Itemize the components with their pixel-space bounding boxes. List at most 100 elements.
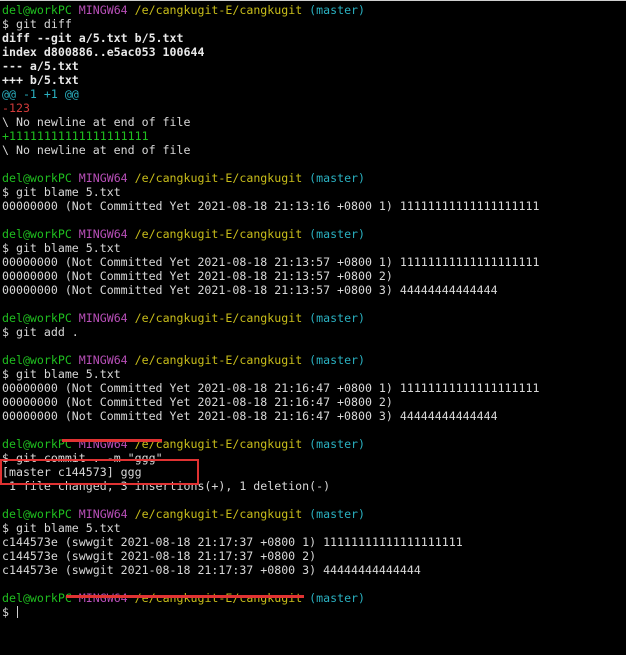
output-text: 00000000 (Not Committed Yet 2021-08-18 2… (2, 255, 540, 269)
command-line: $ git blame 5.txt (2, 185, 626, 199)
prompt-symbol: $ (2, 521, 9, 535)
prompt-line: del@workPC MINGW64 /e/cangkugit-E/cangku… (2, 353, 626, 367)
output-text: 00000000 (Not Committed Yet 2021-08-18 2… (2, 381, 540, 395)
output-text: @@ -1 +1 @@ (2, 87, 79, 101)
prompt-path: /e/cangkugit-E/cangkugit (134, 507, 303, 521)
output-text: 00000000 (Not Committed Yet 2021-08-18 2… (2, 199, 540, 213)
prompt-symbol: $ (2, 605, 9, 619)
prompt-path: /e/cangkugit-E/cangkugit (134, 591, 303, 605)
output-line: c144573e (swwgit 2021-08-18 21:17:37 +08… (2, 563, 626, 577)
prompt-symbol: $ (2, 17, 9, 31)
prompt-user-host: del@workPC (2, 311, 72, 325)
output-line: 00000000 (Not Committed Yet 2021-08-18 2… (2, 255, 626, 269)
output-text: c144573e (swwgit 2021-08-18 21:17:37 +08… (2, 549, 317, 563)
command-text: git blame 5.txt (15, 185, 121, 199)
output-text: 00000000 (Not Committed Yet 2021-08-18 2… (2, 269, 393, 283)
prompt-line: del@workPC MINGW64 /e/cangkugit-E/cangku… (2, 3, 626, 17)
output-text: \ No newline at end of file (2, 115, 191, 129)
prompt-symbol: $ (2, 325, 9, 339)
prompt-path: /e/cangkugit-E/cangkugit (134, 227, 303, 241)
output-text: +++ b/5.txt (2, 73, 79, 87)
prompt-user-host: del@workPC (2, 591, 72, 605)
prompt-user-host: del@workPC (2, 3, 72, 17)
prompt-user-host: del@workPC (2, 353, 72, 367)
command-text: git add . (15, 325, 79, 339)
prompt-user-host: del@workPC (2, 227, 72, 241)
prompt-symbol: $ (2, 241, 9, 255)
prompt-branch: (master) (309, 311, 366, 325)
output-text: 00000000 (Not Committed Yet 2021-08-18 2… (2, 395, 393, 409)
output-text: 00000000 (Not Committed Yet 2021-08-18 2… (2, 283, 498, 297)
output-line: -123 (2, 101, 626, 115)
prompt-branch: (master) (309, 591, 366, 605)
terminal-output[interactable]: del@workPC MINGW64 /e/cangkugit-E/cangku… (2, 3, 626, 655)
text-cursor (16, 606, 18, 618)
prompt-branch: (master) (309, 3, 366, 17)
output-text: -123 (2, 101, 30, 115)
prompt-line: del@workPC MINGW64 /e/cangkugit-E/cangku… (2, 227, 626, 241)
output-line: +++ b/5.txt (2, 73, 626, 87)
prompt-branch: (master) (309, 227, 366, 241)
output-line: 00000000 (Not Committed Yet 2021-08-18 2… (2, 381, 626, 395)
prompt-system: MINGW64 (78, 507, 128, 521)
annotation-underline-not-committed (62, 439, 162, 442)
prompt-branch: (master) (309, 171, 366, 185)
prompt-system: MINGW64 (78, 353, 128, 367)
prompt-symbol: $ (2, 185, 9, 199)
output-text: 00000000 (Not Committed Yet 2021-08-18 2… (2, 409, 498, 423)
output-line: +11111111111111111111 (2, 129, 626, 143)
terminal-window[interactable]: del@workPC MINGW64 /e/cangkugit-E/cangku… (0, 0, 626, 655)
prompt-line: del@workPC MINGW64 /e/cangkugit-E/cangku… (2, 171, 626, 185)
command-line: $ git diff (2, 17, 626, 31)
prompt-path: /e/cangkugit-E/cangkugit (134, 353, 303, 367)
command-line: $ git blame 5.txt (2, 521, 626, 535)
prompt-path: /e/cangkugit-E/cangkugit (134, 311, 303, 325)
prompt-path: /e/cangkugit-E/cangkugit (134, 3, 303, 17)
output-line: index d800886..e5ac053 100644 (2, 45, 626, 59)
prompt-path: /e/cangkugit-E/cangkugit (134, 171, 303, 185)
output-text: diff --git a/5.txt b/5.txt (2, 31, 184, 45)
output-line: c144573e (swwgit 2021-08-18 21:17:37 +08… (2, 535, 626, 549)
prompt-branch: (master) (309, 437, 366, 451)
command-input-line[interactable]: $ (2, 605, 626, 619)
output-text: \ No newline at end of file (2, 143, 191, 157)
command-line: $ git blame 5.txt (2, 241, 626, 255)
output-line: @@ -1 +1 @@ (2, 87, 626, 101)
output-line: \ No newline at end of file (2, 115, 626, 129)
command-text: git blame 5.txt (15, 521, 121, 535)
output-text: c144573e (swwgit 2021-08-18 21:17:37 +08… (2, 535, 463, 549)
prompt-symbol: $ (2, 367, 9, 381)
output-text: --- a/5.txt (2, 59, 79, 73)
annotation-box-commit-command (0, 459, 199, 485)
command-line: $ git blame 5.txt (2, 367, 626, 381)
prompt-system: MINGW64 (78, 3, 128, 17)
prompt-user-host: del@workPC (2, 171, 72, 185)
prompt-line: del@workPC MINGW64 /e/cangkugit-E/cangku… (2, 507, 626, 521)
prompt-branch: (master) (309, 353, 366, 367)
prompt-user-host: del@workPC (2, 507, 72, 521)
prompt-system: MINGW64 (78, 171, 128, 185)
output-text: index d800886..e5ac053 100644 (2, 45, 205, 59)
output-line: diff --git a/5.txt b/5.txt (2, 31, 626, 45)
output-line: 00000000 (Not Committed Yet 2021-08-18 2… (2, 269, 626, 283)
output-line: --- a/5.txt (2, 59, 626, 73)
command-text: git blame 5.txt (15, 367, 121, 381)
output-line: \ No newline at end of file (2, 143, 626, 157)
output-line: c144573e (swwgit 2021-08-18 21:17:37 +08… (2, 549, 626, 563)
prompt-line: del@workPC MINGW64 /e/cangkugit-E/cangku… (2, 311, 626, 325)
prompt-system: MINGW64 (78, 591, 128, 605)
command-text: git diff (15, 17, 72, 31)
output-text: c144573e (swwgit 2021-08-18 21:17:37 +08… (2, 563, 421, 577)
output-line: 00000000 (Not Committed Yet 2021-08-18 2… (2, 409, 626, 423)
output-line: 00000000 (Not Committed Yet 2021-08-18 2… (2, 395, 626, 409)
output-line: 00000000 (Not Committed Yet 2021-08-18 2… (2, 199, 626, 213)
output-text: +11111111111111111111 (2, 129, 149, 143)
prompt-system: MINGW64 (78, 227, 128, 241)
